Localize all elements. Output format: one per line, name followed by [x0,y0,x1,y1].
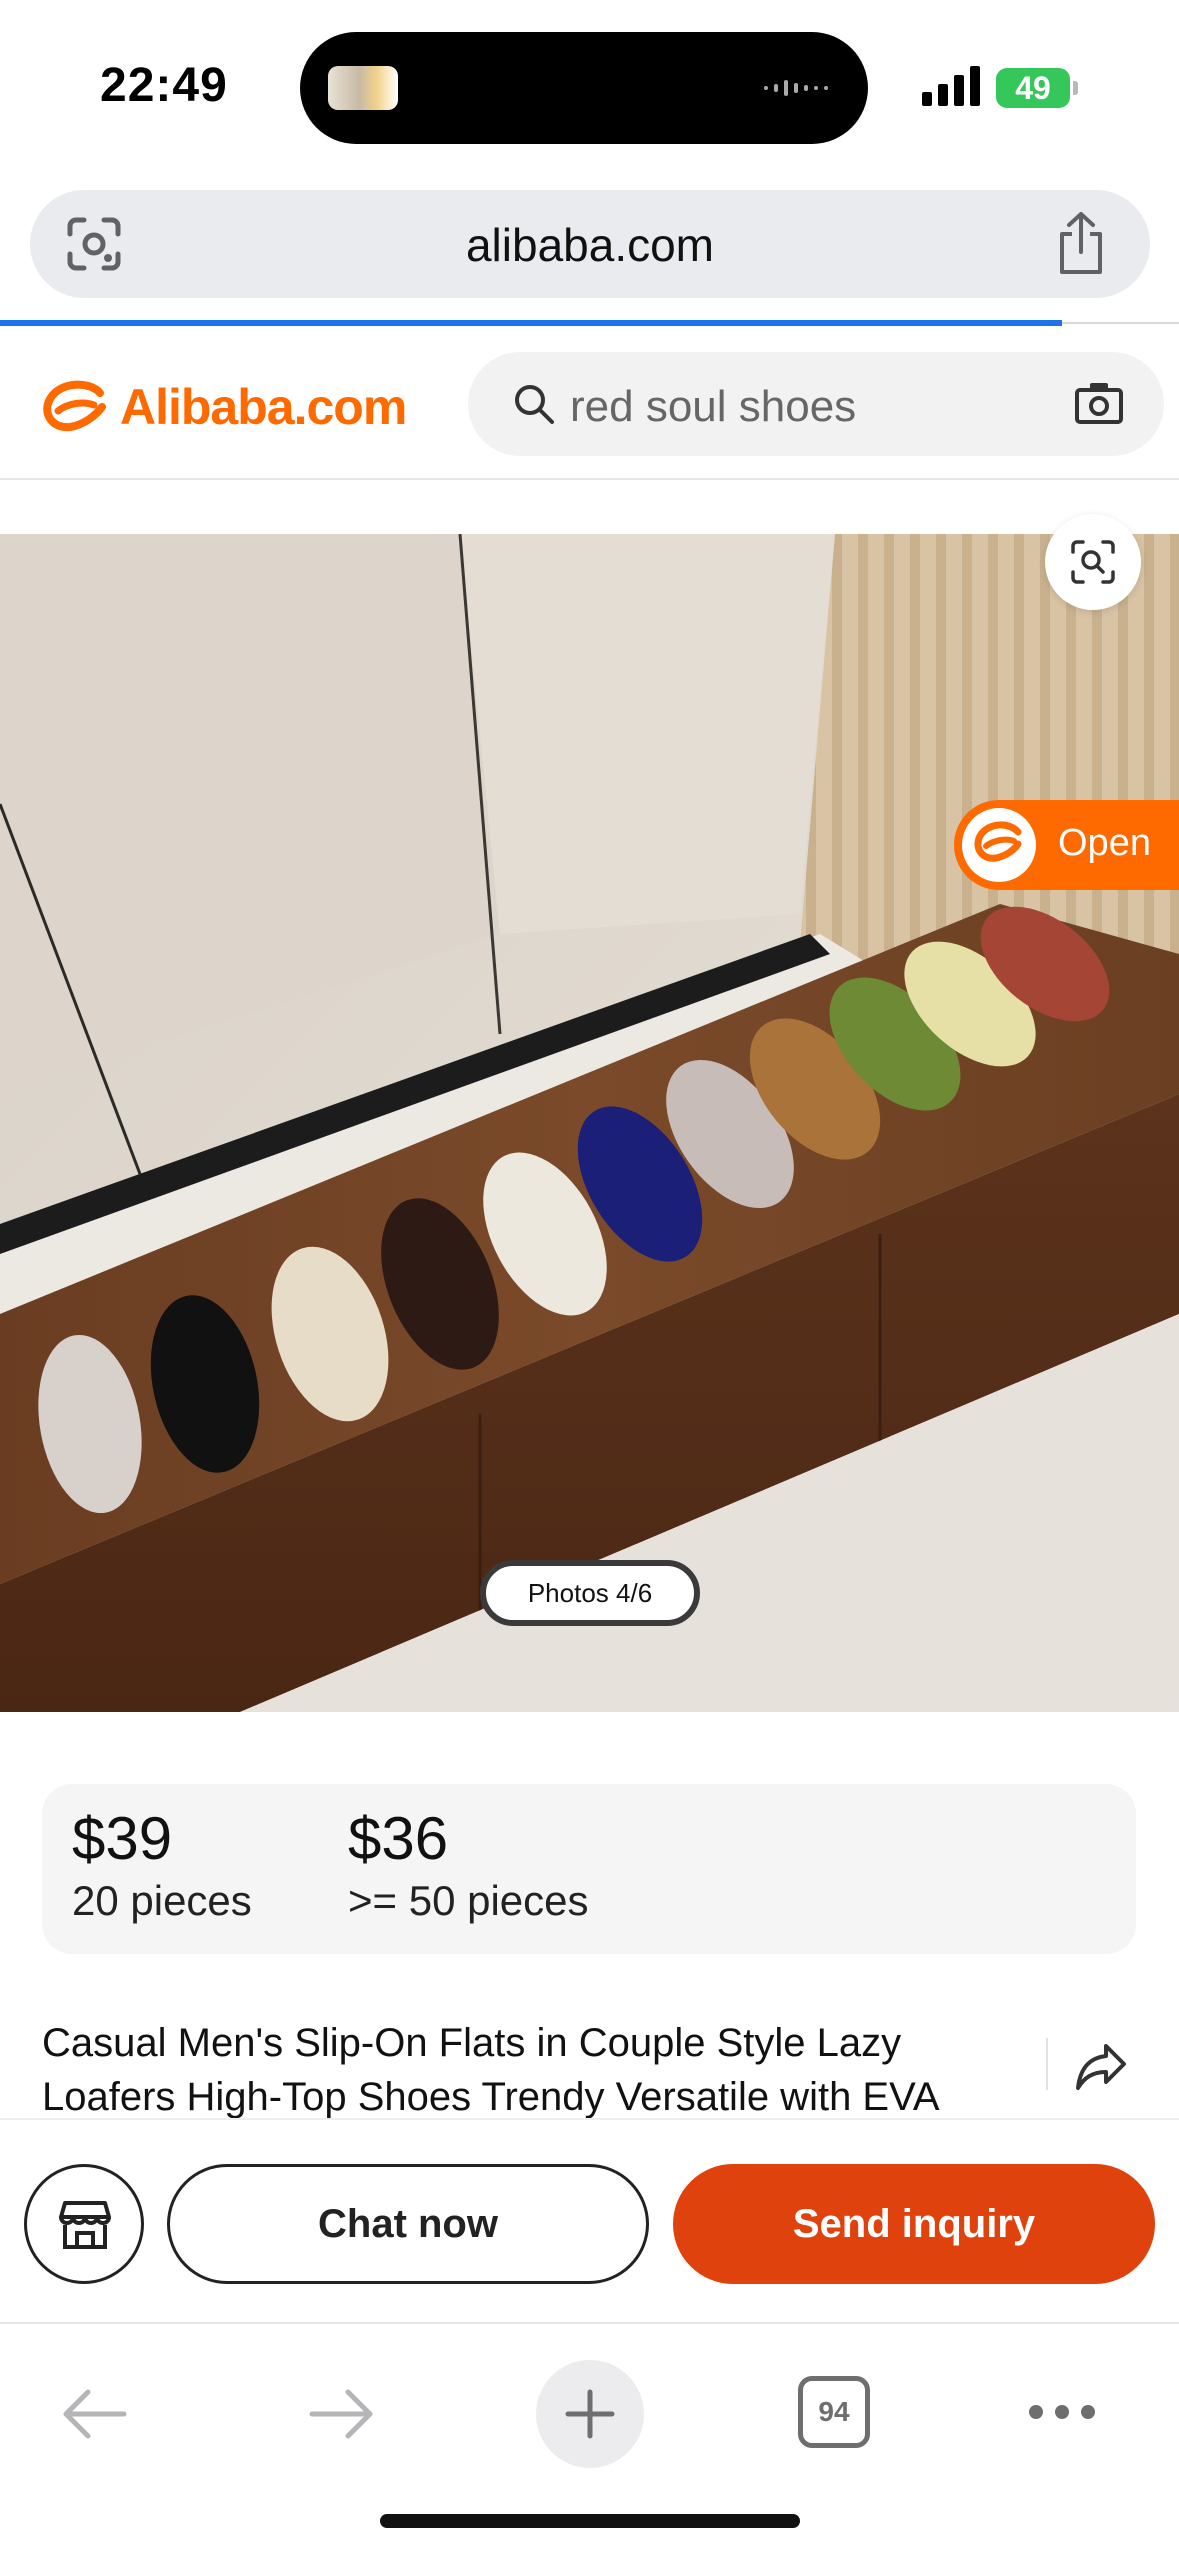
open-in-app-button[interactable]: Open [954,800,1179,890]
alibaba-logo-icon [974,821,1022,862]
url-text: alibaba.com [465,219,715,271]
open-app-label: Open [1058,822,1151,864]
battery-indicator: 49 [996,68,1078,108]
price-tiers-card: $39 20 pieces $36 >= 50 pieces [42,1784,1136,1954]
tier-price: $39 [72,1805,173,1872]
tier-quantity: 20 pieces [72,1877,252,1924]
camera-icon[interactable] [1074,380,1124,426]
status-time: 22:49 [100,59,228,112]
back-arrow-icon[interactable] [58,2384,130,2444]
island-media-thumbnail [328,66,398,110]
share-arrow-icon[interactable] [1074,2038,1130,2094]
tier-price: $36 [348,1805,449,1872]
share-icon[interactable] [1052,210,1110,276]
store-button[interactable] [24,2164,144,2284]
new-tab-button[interactable] [536,2360,644,2468]
photo-counter-badge: Photos 4/6 [480,1560,700,1626]
send-inquiry-button[interactable]: Send inquiry [673,2164,1155,2284]
search-icon [515,385,554,424]
page-load-progress [0,320,1062,326]
site-header: Alibaba.com red soul shoes [0,330,1179,480]
price-tier: $39 20 pieces [72,1804,252,1925]
open-app-logo [962,808,1036,882]
chat-now-button[interactable]: Chat now [167,2164,649,2284]
brand-name: Alibaba.com [120,379,407,435]
store-icon [59,2201,111,2249]
status-bar: 22:49 49 [0,0,1179,170]
tier-quantity: >= 50 pieces [348,1877,589,1924]
page-load-progress-track [1062,322,1179,324]
image-search-button[interactable] [1045,514,1141,610]
image-search-icon [1071,540,1115,584]
plus-icon [565,2389,615,2439]
forward-arrow-icon[interactable] [306,2384,378,2444]
tab-switcher-button[interactable]: 94 [798,2376,870,2448]
product-action-bar: Chat now Send inquiry [0,2118,1179,2322]
product-photo [0,534,1179,1712]
home-indicator [380,2514,800,2528]
cellular-signal-icon [922,66,980,106]
search-query: red soul shoes [570,382,857,431]
alibaba-logo[interactable]: Alibaba.com [40,372,407,442]
product-image-gallery[interactable] [0,534,1179,1712]
product-title: Casual Men's Slip-On Flats in Couple Sty… [42,2021,940,2119]
dynamic-island [300,32,868,144]
price-tier: $36 >= 50 pieces [348,1804,589,1925]
address-bar[interactable]: alibaba.com [30,190,1150,298]
audio-wave-icon [764,80,828,96]
alibaba-logo-icon [43,380,106,432]
title-divider [1046,2038,1048,2090]
more-icon[interactable] [1026,2402,1098,2422]
site-search-box[interactable]: red soul shoes [468,352,1164,456]
